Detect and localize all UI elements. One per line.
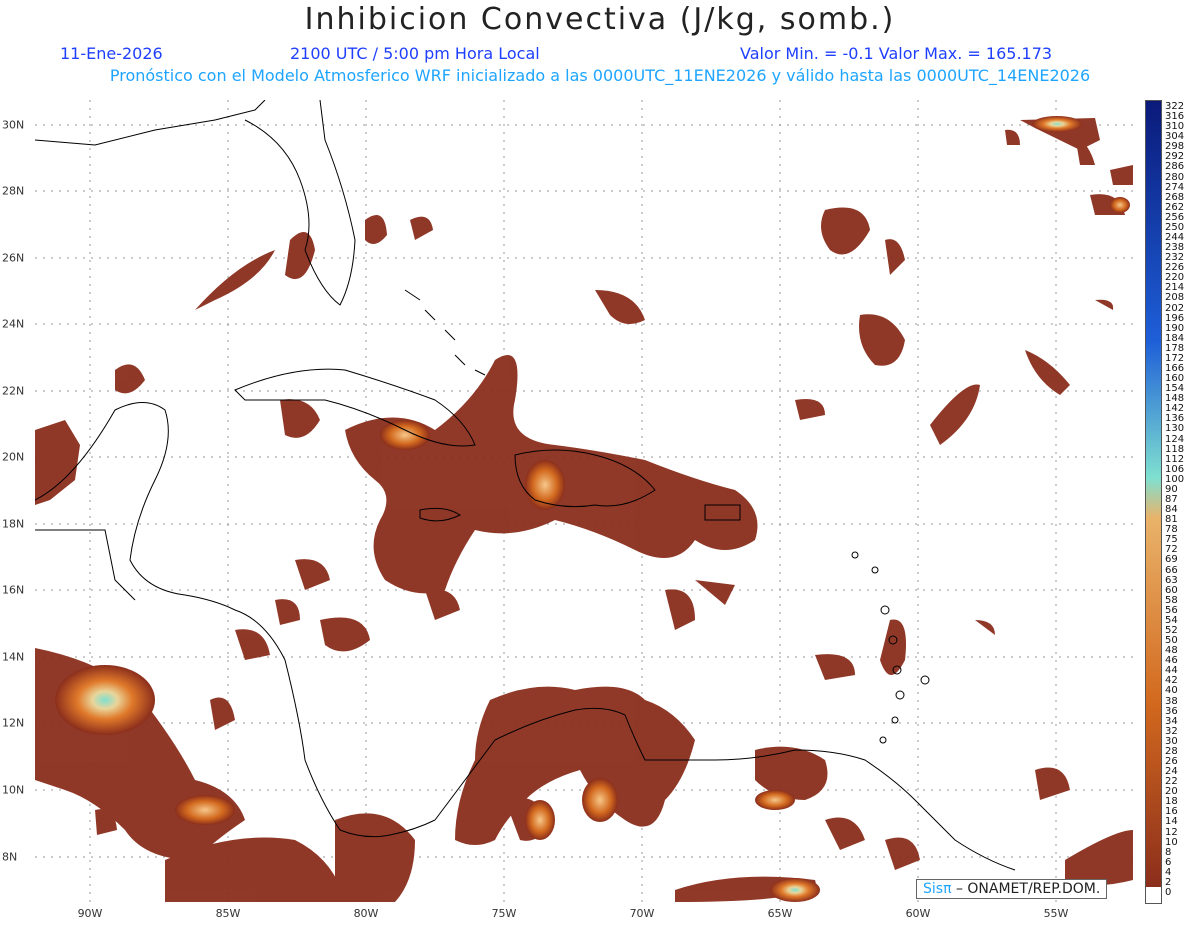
lat-label-18n: 18N xyxy=(2,517,25,531)
model-run-note: Pronóstico con el Modelo Atmosferico WRF… xyxy=(109,66,1091,85)
lat-label-24n: 24N xyxy=(2,317,25,331)
map-title: Inhibicion Convectiva (J/kg, somb.) xyxy=(304,2,896,37)
credit-box: Sisπ – ONAMET/REP.DOM. xyxy=(916,879,1108,899)
lon-label-80w: 80W xyxy=(353,907,379,920)
lon-label-60w: 60W xyxy=(905,907,931,920)
lat-label-26n: 26N xyxy=(2,251,25,265)
lon-label-85w: 85W xyxy=(215,907,241,920)
lon-label-65w: 65W xyxy=(767,907,793,920)
cin-map xyxy=(35,100,1133,902)
lat-label-14n: 14N xyxy=(2,650,25,664)
cin-shading xyxy=(35,118,1133,902)
credit-text: – ONAMET/REP.DOM. xyxy=(955,881,1101,897)
lat-label-30n: 30N xyxy=(2,118,25,132)
lat-label-12n: 12N xyxy=(2,716,25,730)
sispi-logo: Sisπ xyxy=(923,881,952,897)
forecast-time: 2100 UTC / 5:00 pm Hora Local xyxy=(290,44,540,63)
lon-label-55w: 55W xyxy=(1043,907,1069,920)
lon-label-90w: 90W xyxy=(77,907,103,920)
lat-label-28n: 28N xyxy=(2,184,25,198)
colorbar xyxy=(1145,100,1162,904)
lat-label-22n: 22N xyxy=(2,384,25,398)
lat-label-16n: 16N xyxy=(2,583,25,597)
colorbar-tick-label: 0 xyxy=(1165,887,1172,898)
lat-label-10n: 10N xyxy=(2,783,25,797)
forecast-date: 11-Ene-2026 xyxy=(60,44,163,63)
lat-label-20n: 20N xyxy=(2,450,25,464)
lat-label-8n: 8N xyxy=(2,850,18,864)
lon-label-70w: 70W xyxy=(629,907,655,920)
map-canvas xyxy=(35,100,1133,902)
min-max-values: Valor Min. = -0.1 Valor Max. = 165.173 xyxy=(740,44,1053,63)
lon-label-75w: 75W xyxy=(491,907,517,920)
